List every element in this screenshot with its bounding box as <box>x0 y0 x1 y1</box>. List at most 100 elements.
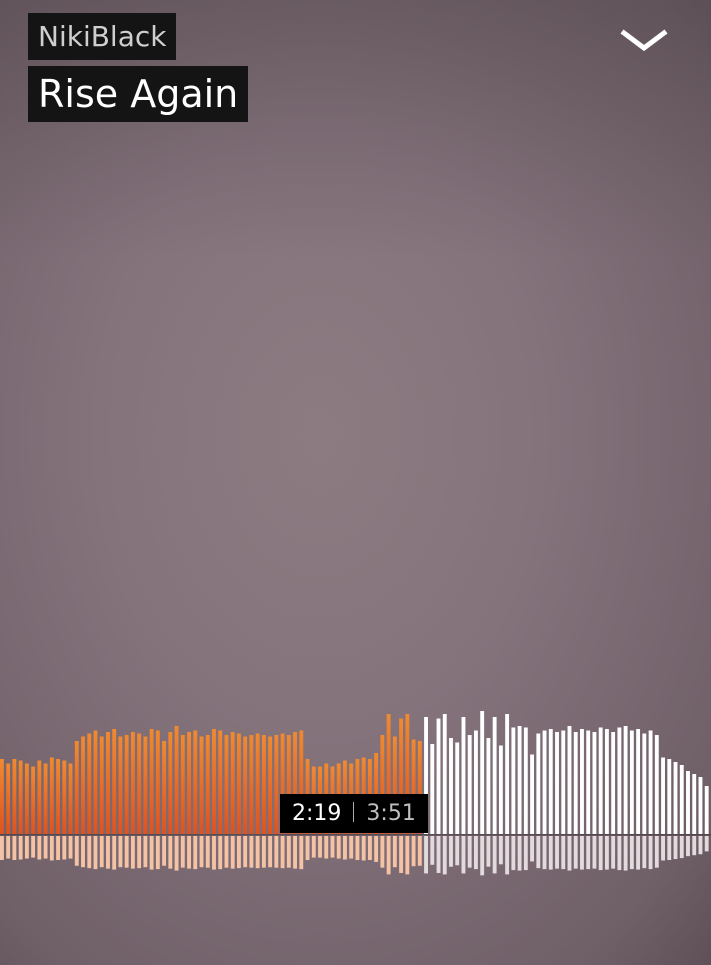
waveform-bar-reflection <box>180 836 185 868</box>
waveform-bar-reflection <box>704 836 709 852</box>
waveform-bar-reflection <box>230 836 235 869</box>
waveform-bar-reflection <box>286 836 291 868</box>
waveform-bar <box>611 732 616 834</box>
waveform-bar-reflection <box>18 836 23 860</box>
waveform-bar-reflection <box>149 836 154 870</box>
waveform-bar <box>486 738 491 834</box>
waveform-bar-reflection <box>81 836 85 868</box>
waveform-bar-reflection <box>374 836 379 862</box>
waveform-bar-reflection <box>517 836 522 871</box>
collapse-button[interactable] <box>614 22 674 58</box>
waveform-bar-reflection <box>336 836 341 859</box>
waveform-bar-reflection <box>24 836 29 859</box>
waveform-bar-reflection <box>505 836 510 875</box>
waveform-bar-reflection <box>311 836 316 858</box>
waveform-bar <box>567 726 572 834</box>
waveform-bar-reflection <box>592 836 597 869</box>
waveform-bar <box>629 730 634 834</box>
waveform-bar <box>648 730 653 834</box>
waveform-bar-reflection <box>480 836 485 876</box>
waveform-bar <box>667 759 672 834</box>
waveform-bar <box>455 742 460 834</box>
waveform-bar <box>642 733 647 834</box>
waveform-bar <box>24 763 29 834</box>
waveform-bar-reflection <box>361 836 366 861</box>
waveform-bar-reflection <box>355 836 360 860</box>
waveform-bar-reflection <box>698 836 703 855</box>
waveform-bar-reflection <box>56 836 60 860</box>
waveform-bar-reflection <box>343 836 347 860</box>
waveform-bar-reflection <box>661 836 665 861</box>
waveform-bar <box>692 774 697 834</box>
waveform-bar <box>0 759 4 834</box>
waveform-bar <box>274 735 279 834</box>
waveform-bar-reflection <box>268 836 273 868</box>
waveform-bar-reflection <box>49 836 54 861</box>
waveform-bar-reflection <box>692 836 697 856</box>
waveform-bar <box>12 759 17 834</box>
waveform-bar-reflection <box>187 836 191 869</box>
waveform-bar <box>6 763 11 834</box>
chevron-down-icon <box>620 29 668 52</box>
waveform-bar <box>37 760 42 834</box>
waveform-bar <box>68 763 73 834</box>
waveform-bar-reflection <box>274 836 279 868</box>
waveform-bar-reflection <box>492 836 497 874</box>
waveform-bar <box>224 735 229 834</box>
waveform-bar-reflection <box>37 836 42 860</box>
waveform-bar-reflection <box>486 836 491 867</box>
waveform-bar <box>237 733 241 834</box>
waveform-bar <box>137 733 142 834</box>
waveform-bar-reflection <box>442 836 447 875</box>
waveform-bar <box>436 718 441 834</box>
waveform-bar-reflection <box>467 836 472 868</box>
waveform-bar-reflection <box>330 836 335 858</box>
waveform-bar-reflection <box>580 836 584 870</box>
waveform-bar-reflection <box>386 836 391 875</box>
waveform-bar-reflection <box>417 836 422 866</box>
waveform-bar-reflection <box>6 836 11 859</box>
waveform-bar <box>573 732 578 834</box>
waveform-bar-reflection <box>648 836 653 870</box>
waveform-bar <box>205 735 210 834</box>
waveform-bar-reflection <box>455 836 460 866</box>
waveform-bar-reflection <box>617 836 622 871</box>
waveform-bar-reflection <box>205 836 210 868</box>
waveform-bar <box>661 757 665 834</box>
waveform-bar <box>449 738 453 834</box>
waveform-bar <box>230 732 235 834</box>
waveform-bar-reflection <box>31 836 36 858</box>
artist-name[interactable]: NikiBlack <box>28 13 177 60</box>
total-duration: 3:51 <box>366 801 416 826</box>
track-title[interactable]: Rise Again <box>28 66 249 122</box>
waveform-bar-reflection <box>555 836 559 869</box>
waveform-bar-reflection <box>143 836 148 868</box>
waveform-bar-reflection <box>654 836 659 868</box>
waveform-bar <box>598 727 603 834</box>
waveform-bar-reflection <box>87 836 92 869</box>
waveform-bar <box>180 735 185 834</box>
waveform-bar <box>536 733 541 834</box>
waveform-bar-reflection <box>62 836 67 860</box>
elapsed-time: 2:19 <box>292 801 342 826</box>
waveform-bar-reflection <box>324 836 329 859</box>
waveform-bar-reflection <box>449 836 453 867</box>
waveform-bar-reflection <box>380 836 385 868</box>
waveform-bar-reflection <box>130 836 135 869</box>
time-separator <box>353 802 355 822</box>
waveform-bar-reflection <box>74 836 79 866</box>
waveform-bar-reflection <box>536 836 541 869</box>
waveform-bar <box>530 754 534 834</box>
waveform-bar <box>174 726 179 834</box>
waveform-bar-reflection <box>636 836 641 870</box>
waveform-bar-reflection <box>99 836 104 868</box>
waveform-bar <box>118 736 123 834</box>
waveform-bar <box>604 729 609 834</box>
waveform-bar-reflection <box>237 836 241 869</box>
waveform-bar-reflection <box>498 836 503 865</box>
waveform-bar-reflection <box>299 836 304 870</box>
waveform-bar <box>81 736 85 834</box>
waveform-bar <box>193 730 198 834</box>
waveform-bar <box>155 730 160 834</box>
waveform-bar <box>461 717 466 834</box>
